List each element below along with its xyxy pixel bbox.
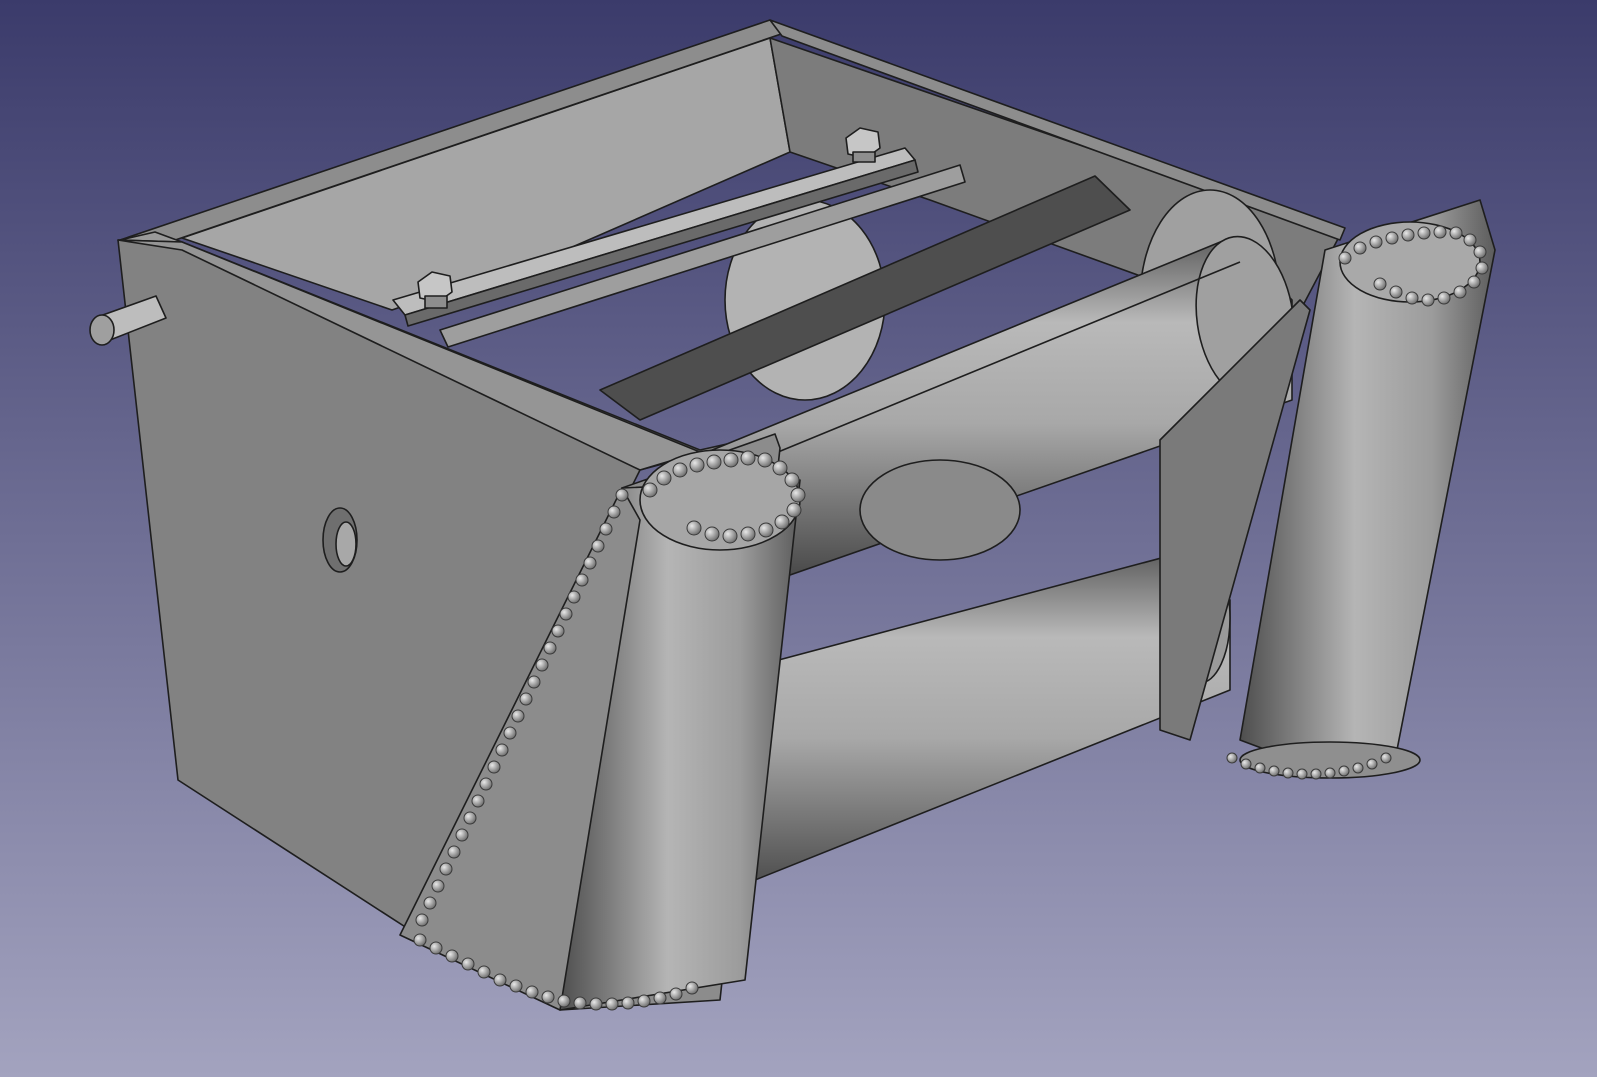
mount-hole[interactable] (322, 507, 358, 573)
viewport-canvas[interactable] (0, 0, 1597, 1077)
3d-viewport[interactable] (0, 0, 1597, 1077)
inner-drum-lower (859, 459, 1021, 561)
